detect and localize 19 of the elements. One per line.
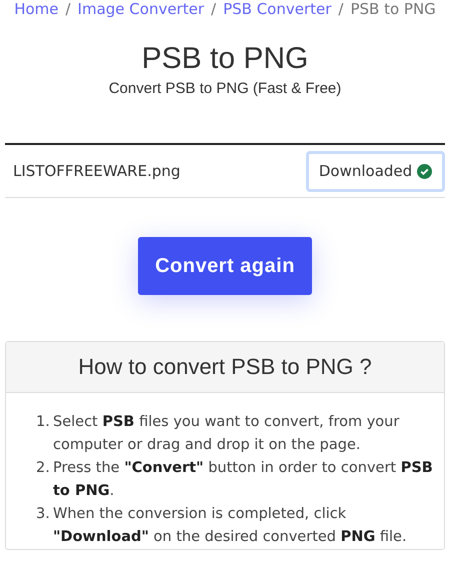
- breadcrumb-separator: /: [211, 0, 216, 18]
- step-number: 1.: [36, 413, 51, 432]
- downloaded-button[interactable]: Downloaded: [306, 150, 445, 192]
- file-name: LISTOFFREEWARE.png: [13, 162, 180, 180]
- step-text: Select PSB files you want to convert, from your computer or drag and drop it on the page.: [53, 413, 400, 455]
- breadcrumb-link[interactable]: Home: [14, 0, 58, 18]
- step-number: 3.: [36, 505, 51, 524]
- convert-again-button[interactable]: Convert again: [138, 237, 312, 295]
- breadcrumb-link[interactable]: Image Converter: [78, 0, 204, 18]
- step-text: Press the "Convert" button in order to convert PSB to PNG.: [53, 459, 434, 501]
- breadcrumb-current: PSB to PNG: [350, 0, 436, 18]
- page-title: PSB to PNG: [140, 42, 310, 76]
- step-text: When the conversion is completed, click "Download" on the desired converted PNG file.: [53, 505, 408, 547]
- step-number: 2.: [36, 459, 51, 478]
- howto-heading: How to convert PSB to PNG ?: [78, 354, 372, 380]
- breadcrumb-separator: /: [338, 0, 344, 18]
- breadcrumb-link[interactable]: PSB Converter: [223, 0, 332, 18]
- page-subtitle: Convert PSB to PNG (Fast & Free): [108, 80, 342, 97]
- breadcrumb-separator: /: [65, 0, 71, 18]
